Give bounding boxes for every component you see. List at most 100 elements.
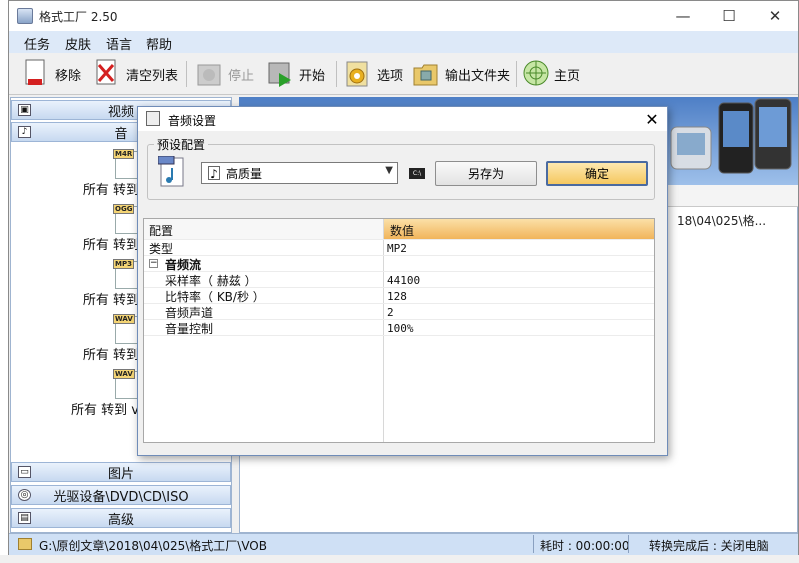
m4r-tag: M4R [113,149,135,159]
remove-icon [23,59,49,89]
baidu-watermark-url: jingyan.baidu.com [640,516,724,526]
clear-list-label: 清空列表 [126,68,179,84]
category-optical[interactable]: ◎ 光驱设备\DVD\CD\ISO [11,485,231,505]
category-image-label: 图片 [107,466,134,482]
category-advanced-label: 高级 [107,512,134,528]
app-icon [17,8,33,24]
menu-help[interactable]: 帮助 [146,34,172,53]
ogg-tag: OGG [113,204,135,214]
category-audio-label: 音 [114,126,128,142]
window-title: 格式工厂 2.50 [39,10,118,24]
folder-icon [413,59,439,89]
dialog-title: 音频设置 [168,114,217,128]
format-label: 所有 转到 [82,293,139,308]
menu-skin[interactable]: 皮肤 [65,34,91,53]
options-label: 选项 [377,68,404,84]
home-button[interactable]: 主页 [522,58,580,90]
format-item-m4r[interactable]: M4R 所有 转到 [79,149,139,198]
disc-icon: ◎ [18,489,31,501]
row-bitrate-value[interactable]: 128 [387,290,407,303]
wav-file-icon: WAV [113,369,139,399]
folder-icon [18,538,32,550]
home-label: 主页 [554,68,581,84]
settings-grid: 配置 数值 类型 MP2 − 音频流 采样率（ 赫兹 ） 44100 比特率（ … [143,218,655,443]
stop-label: 停止 [228,68,255,84]
start-label: 开始 [299,68,326,84]
row-channels-value[interactable]: 2 [387,306,394,319]
format-label: 所有 转到 v [71,403,139,418]
grid-row-line [144,239,654,240]
mp3-tag: MP3 [113,259,134,269]
title-bar: 格式工厂 2.50 — ☐ ✕ [9,1,798,31]
options-button[interactable]: 选项 [345,58,403,90]
column-header-value: 数值 [390,224,415,238]
output-folder-label: 输出文件夹 [445,68,511,84]
clear-list-button[interactable]: 清空列表 [94,58,178,90]
toolbar-separator [336,61,337,87]
category-advanced[interactable]: ▤ 高级 [11,508,231,528]
row-volume-value[interactable]: 100% [387,322,414,335]
m4r-file-icon: M4R [113,149,139,179]
grid-row-line [144,255,654,256]
start-icon [267,59,293,89]
format-item-mp3[interactable]: MP3 所有 转到 [79,259,139,308]
remove-label: 移除 [55,68,82,84]
status-divider [533,535,534,553]
ok-button[interactable]: 确定 [546,161,648,186]
maximize-button[interactable]: ☐ [706,1,752,31]
save-as-button[interactable]: 另存为 [435,161,537,186]
close-button[interactable]: ✕ [752,1,798,31]
format-item-wav-2[interactable]: WAV 所有 转到 v [67,369,139,418]
wav-file-icon: WAV [113,314,139,344]
row-sample-rate-value[interactable]: 44100 [387,274,420,287]
toolbar-separator [186,61,187,87]
gear-icon [345,59,371,89]
menu-language[interactable]: 语言 [106,34,132,53]
grid-row-line [144,303,654,304]
toolbar-separator [516,61,517,87]
remove-button[interactable]: 移除 [23,58,81,90]
format-label: 所有 转到 [82,183,139,198]
chevron-down-icon: ▼ [385,165,393,176]
mp3-file-icon: MP3 [113,259,139,289]
stop-icon [196,59,222,89]
category-optical-label: 光驱设备\DVD\CD\ISO [53,489,189,505]
status-divider [628,535,629,553]
wav-tag: WAV [113,369,135,379]
baidu-watermark: Baidu经验 [628,485,778,520]
format-item-wav[interactable]: WAV 所有 转到 [79,314,139,363]
column-header-config: 配置 [149,224,174,238]
format-item-ogg[interactable]: OGG 所有 转到 [79,204,139,253]
output-path-cell: 18\04\025\格... [677,214,767,228]
status-after-convert[interactable]: 转换完成后 : 关闭电脑 [649,537,769,554]
minimize-button[interactable]: — [660,1,706,31]
grid-header-value [384,219,654,239]
output-folder-button[interactable]: 输出文件夹 [413,58,510,90]
wav-tag: WAV [113,314,135,324]
preset-select-value: 高质量 [226,166,263,181]
start-button[interactable]: 开始 [267,58,325,90]
collapse-toggle-icon[interactable]: − [149,259,158,268]
grid-row-line [144,319,654,320]
category-image[interactable]: ▭ 图片 [11,462,231,482]
video-icon: ▣ [18,104,31,116]
dialog-close-button[interactable]: ✕ [641,108,663,130]
preset-select[interactable]: ♪ 高质量 ▼ [201,162,398,184]
preset-legend: 预设配置 [154,136,209,153]
music-note-icon: ♪ [208,166,220,181]
format-label: 所有 转到 [82,348,139,363]
image-icon: ▭ [18,466,31,478]
grid-column-divider [383,219,384,442]
grid-row-line [144,335,654,336]
status-output-path[interactable]: G:\原创文章\2018\04\025\格式工厂\VOB [39,537,267,554]
music-note-icon: ♪ [18,126,31,138]
home-globe-icon [522,59,549,89]
dialog-title-bar: 音频设置 ✕ [138,107,667,131]
command-prompt-icon[interactable]: C:\ [409,168,425,179]
row-type-value[interactable]: MP2 [387,242,407,255]
menu-task[interactable]: 任务 [24,34,50,53]
stop-button[interactable]: 停止 [196,58,254,90]
category-video-label: 视频 [107,104,134,120]
audio-settings-dialog: 音频设置 ✕ 预设配置 ♪ 高质量 ▼ C:\ 另存为 确定 配置 数值 类型 … [137,106,668,456]
mp2-file-icon [157,155,186,188]
